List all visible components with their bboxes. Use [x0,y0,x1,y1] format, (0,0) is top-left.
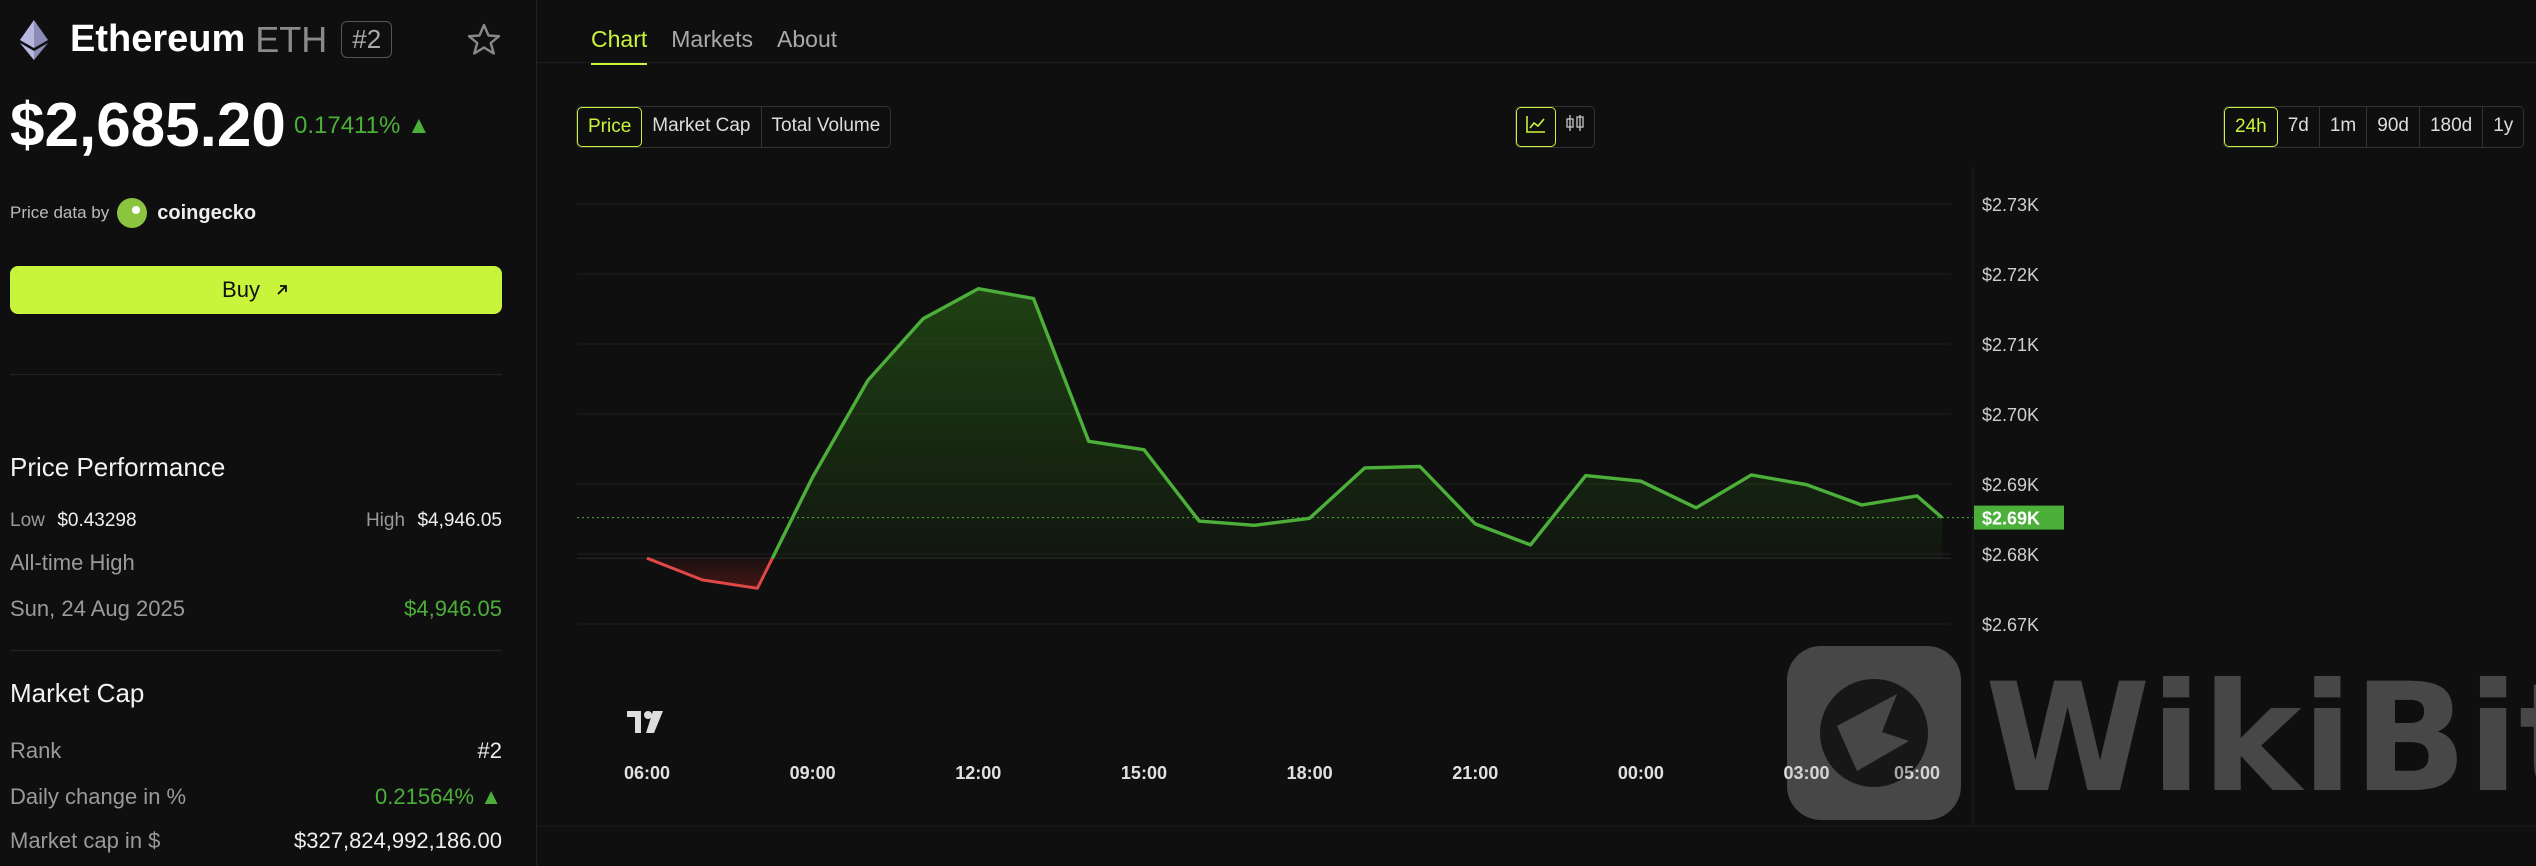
range-180d[interactable]: 180d [2420,107,2484,147]
range-90d[interactable]: 90d [2367,107,2420,147]
rank-value: #2 [477,738,502,763]
buy-button[interactable]: Buy [10,266,502,314]
rank-row: Rank #2 [10,738,502,764]
source-name[interactable]: coingecko [157,202,256,225]
price-metric-button[interactable]: Price [577,107,643,147]
x-tick-label: 00:00 [1618,763,1664,783]
daily-change-label: Daily change in % [10,784,187,809]
market-cap-title: Market Cap [10,678,145,708]
loss-area [647,558,773,589]
ath-label: All-time High [10,550,135,575]
tab-chart[interactable]: Chart [591,26,648,65]
price-performance-title: Price Performance [10,452,226,482]
rank-badge: #2 [341,21,393,58]
divider [10,650,502,651]
tab-markets[interactable]: Markets [671,26,753,65]
high-value: $4,946.05 [417,510,502,531]
wikibit-watermark-logo: WikiBit [1787,646,2536,826]
range-24h[interactable]: 24h [2224,107,2278,147]
line-chart-button[interactable] [1516,107,1556,147]
daily-change-row: Daily change in % 0.21564% ▲ [10,784,502,810]
ath-date: Sun, 24 Aug 2025 [10,596,185,621]
y-tick-label: $2.71K [1982,335,2039,355]
favorite-star-icon[interactable] [466,22,502,58]
market-cap-label: Market cap in $ [10,828,161,853]
market-cap-row: Market cap in $ $327,824,992,186.00 [10,828,502,854]
low-high-row: Low $0.43298 High $4,946.05 [10,510,502,532]
coingecko-logo-icon [117,198,148,228]
range-1y[interactable]: 1y [2483,107,2523,147]
tradingview-logo-icon [627,711,663,733]
buy-label: Buy [222,277,260,302]
market-cap-value: $327,824,992,186.00 [294,828,502,853]
price-data-label: Price data by [10,203,110,222]
x-tick-label: 09:00 [790,763,836,783]
candlestick-button[interactable] [1556,107,1594,147]
x-tick-label: 12:00 [955,763,1001,783]
rank-label: Rank [10,738,62,763]
total-volume-metric-button[interactable]: Total Volume [762,107,891,147]
candlestick-icon [1566,115,1584,131]
ath-date-row: Sun, 24 Aug 2025 $4,946.05 [10,596,502,622]
daily-change-value: 0.21564% ▲ [375,784,502,809]
arrow-up-right-icon [277,285,287,295]
price-change: 0.17411% ▲ [294,112,431,139]
y-tick-label: $2.69K [1982,475,2039,495]
x-tick-label: 06:00 [624,763,670,783]
current-price-label: $2.69K [1982,509,2040,529]
price-source: Price data by coingecko [10,198,256,228]
y-tick-label: $2.72K [1982,265,2039,285]
y-tick-label: $2.67K [1982,615,2039,635]
range-1m[interactable]: 1m [2320,107,2368,147]
chart-panel: Chart Markets About Price Market Cap Tot… [537,0,2536,866]
low-value: $0.43298 [57,510,137,531]
x-tick-label: 15:00 [1121,763,1167,783]
time-range-selector: 24h 7d 1m 90d 180d 1y [2223,106,2525,148]
coin-header: Ethereum ETH #2 [20,18,393,61]
market-cap-metric-button[interactable]: Market Cap [642,107,762,147]
y-tick-label: $2.70K [1982,405,2039,425]
y-tick-label: $2.73K [1982,195,2039,215]
high-label: High [365,510,406,531]
x-tick-label: 21:00 [1452,763,1498,783]
current-price: $2,685.20 [10,91,286,160]
coin-symbol: ETH [255,18,328,60]
tab-about[interactable]: About [777,26,837,65]
divider [10,374,502,375]
line-chart-icon [1526,116,1545,133]
ethereum-logo-icon [20,19,48,60]
coin-name: Ethereum [70,18,246,60]
chart-type-selector [1515,106,1595,148]
tab-bar: Chart Markets About [591,26,837,65]
coin-info-panel: Ethereum ETH #2 $2,685.20 0.17411% ▲ Pri… [0,0,537,866]
svg-text:WikiBit: WikiBit [1985,652,2536,826]
metric-selector: Price Market Cap Total Volume [576,106,892,148]
ath-value: $4,946.05 [404,596,502,621]
range-7d[interactable]: 7d [2278,107,2320,147]
low-label: Low [10,510,45,531]
x-tick-label: 18:00 [1287,763,1333,783]
price-chart[interactable]: $2.73K $2.72K $2.71K $2.70K $2.69K $2.68K $2.6… [537,166,2536,866]
tab-divider [537,62,2536,63]
y-tick-label: $2.68K [1982,545,2039,565]
ath-row: All-time High [10,550,502,576]
